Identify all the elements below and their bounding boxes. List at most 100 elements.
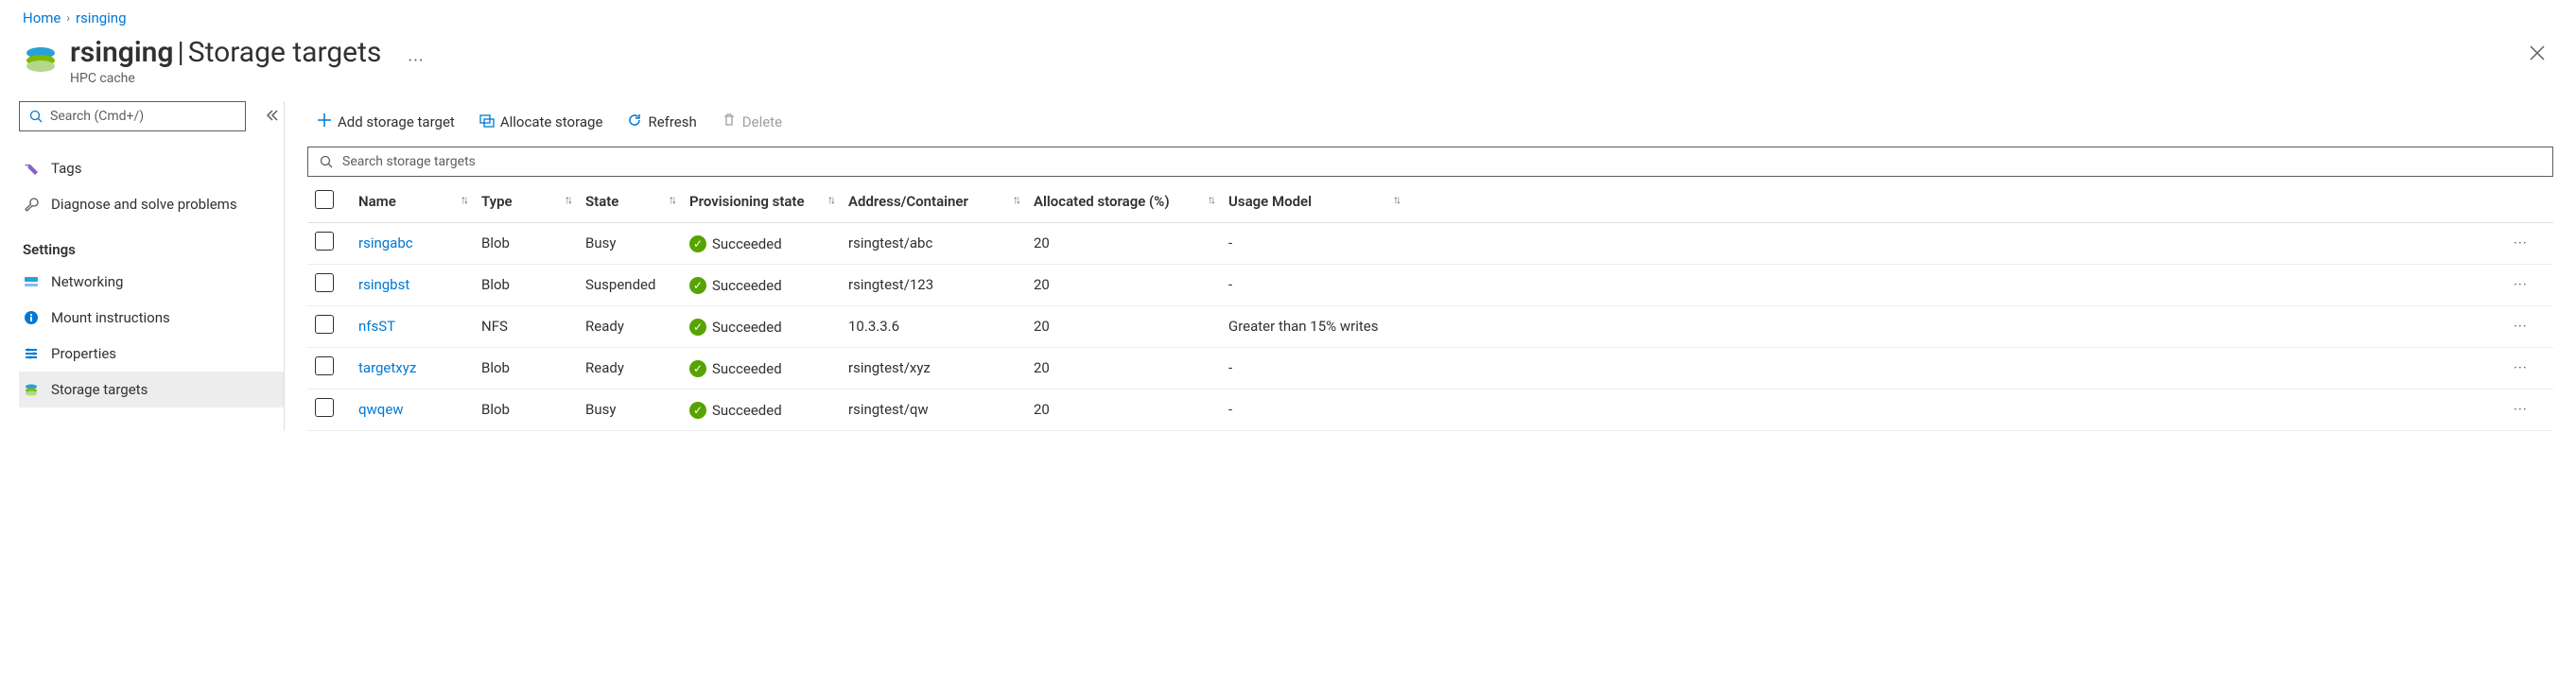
cell-usage: - bbox=[1221, 389, 1406, 430]
main-pane: Add storage target Allocate storage Refr… bbox=[284, 101, 2576, 431]
cell-addr: rsingtest/123 bbox=[841, 264, 1026, 305]
storage-icon bbox=[23, 381, 40, 398]
wrench-icon bbox=[23, 196, 40, 213]
cell-addr: rsingtest/xyz bbox=[841, 347, 1026, 389]
sort-icon[interactable]: ↑↓ bbox=[565, 193, 570, 206]
networking-icon bbox=[23, 273, 40, 290]
sidebar-search-input[interactable]: Search (Cmd+/) bbox=[19, 101, 246, 131]
sidebar: Search (Cmd+/) Tags Diagnose and solve p… bbox=[0, 101, 284, 431]
col-alloc[interactable]: Allocated storage (%)↑↓ bbox=[1026, 181, 1221, 222]
success-icon: ✓ bbox=[689, 360, 706, 377]
cell-usage: - bbox=[1221, 222, 1406, 264]
row-checkbox[interactable] bbox=[315, 273, 334, 292]
sidebar-item-label: Mount instructions bbox=[51, 309, 170, 326]
sort-icon[interactable]: ↑↓ bbox=[1013, 193, 1018, 206]
cell-type: NFS bbox=[474, 305, 578, 347]
trash-icon bbox=[722, 113, 737, 131]
storage-target-link[interactable]: rsingabc bbox=[358, 234, 413, 251]
allocate-storage-button[interactable]: Allocate storage bbox=[472, 107, 611, 137]
success-icon: ✓ bbox=[689, 402, 706, 419]
cell-prov: ✓Succeeded bbox=[682, 264, 841, 305]
sidebar-item-mount[interactable]: Mount instructions bbox=[19, 300, 284, 336]
page-title: rsinging | Storage targets bbox=[70, 36, 381, 69]
cell-alloc: 20 bbox=[1026, 305, 1221, 347]
refresh-button[interactable]: Refresh bbox=[619, 107, 704, 137]
delete-button: Delete bbox=[714, 107, 790, 137]
plus-icon bbox=[317, 113, 332, 131]
row-actions-button[interactable]: ··· bbox=[2506, 389, 2553, 430]
cell-type: Blob bbox=[474, 264, 578, 305]
info-icon bbox=[23, 309, 40, 326]
row-actions-button[interactable]: ··· bbox=[2506, 222, 2553, 264]
table-row: qwqewBlobBusy✓Succeededrsingtest/qw20-··… bbox=[307, 389, 2553, 430]
page-header: rsinging | Storage targets HPC cache ··· bbox=[0, 28, 2576, 101]
row-checkbox[interactable] bbox=[315, 232, 334, 251]
storage-target-link[interactable]: qwqew bbox=[358, 401, 404, 418]
close-icon[interactable] bbox=[2521, 36, 2553, 75]
breadcrumb-home[interactable]: Home bbox=[23, 9, 61, 26]
sidebar-item-tags[interactable]: Tags bbox=[19, 150, 284, 186]
properties-icon bbox=[23, 345, 40, 362]
sidebar-item-label: Tags bbox=[51, 160, 81, 177]
search-icon bbox=[27, 108, 44, 125]
row-actions-button[interactable]: ··· bbox=[2506, 347, 2553, 389]
sidebar-item-label: Properties bbox=[51, 345, 116, 362]
col-addr[interactable]: Address/Container↑↓ bbox=[841, 181, 1026, 222]
sidebar-item-storage-targets[interactable]: Storage targets bbox=[19, 372, 284, 407]
storage-targets-table: Name↑↓ Type↑↓ State↑↓ Provisioning state… bbox=[307, 181, 2553, 431]
sort-icon[interactable]: ↑↓ bbox=[669, 193, 674, 206]
cell-prov: ✓Succeeded bbox=[682, 305, 841, 347]
row-checkbox[interactable] bbox=[315, 315, 334, 334]
cell-type: Blob bbox=[474, 347, 578, 389]
refresh-icon bbox=[627, 113, 642, 131]
storage-target-link[interactable]: nfsST bbox=[358, 318, 395, 335]
row-checkbox[interactable] bbox=[315, 356, 334, 375]
storage-target-link[interactable]: targetxyz bbox=[358, 359, 416, 376]
cell-state: Busy bbox=[578, 222, 682, 264]
tag-icon bbox=[23, 160, 40, 177]
sort-icon[interactable]: ↑↓ bbox=[1393, 193, 1399, 206]
storage-target-link[interactable]: rsingbst bbox=[358, 276, 409, 293]
table-row: rsingbstBlobSuspended✓Succeededrsingtest… bbox=[307, 264, 2553, 305]
cell-addr: 10.3.3.6 bbox=[841, 305, 1026, 347]
sidebar-item-label: Diagnose and solve problems bbox=[51, 196, 237, 213]
cell-usage: Greater than 15% writes bbox=[1221, 305, 1406, 347]
cell-type: Blob bbox=[474, 389, 578, 430]
page-subtitle: HPC cache bbox=[70, 71, 381, 86]
search-icon bbox=[318, 153, 335, 170]
col-state[interactable]: State↑↓ bbox=[578, 181, 682, 222]
search-storage-targets-input[interactable]: Search storage targets bbox=[307, 147, 2553, 177]
row-actions-button[interactable]: ··· bbox=[2506, 264, 2553, 305]
sidebar-item-networking[interactable]: Networking bbox=[19, 264, 284, 300]
chevron-right-icon: › bbox=[66, 11, 70, 25]
col-prov[interactable]: Provisioning state↑↓ bbox=[682, 181, 841, 222]
add-storage-target-button[interactable]: Add storage target bbox=[309, 107, 462, 137]
cell-state: Ready bbox=[578, 305, 682, 347]
row-actions-button[interactable]: ··· bbox=[2506, 305, 2553, 347]
cell-addr: rsingtest/qw bbox=[841, 389, 1026, 430]
cell-prov: ✓Succeeded bbox=[682, 347, 841, 389]
sort-icon[interactable]: ↑↓ bbox=[827, 193, 833, 206]
col-usage[interactable]: Usage Model↑↓ bbox=[1221, 181, 1406, 222]
breadcrumb-resource[interactable]: rsinging bbox=[76, 9, 127, 26]
allocate-icon bbox=[479, 113, 495, 131]
sidebar-search-placeholder: Search (Cmd+/) bbox=[50, 109, 144, 124]
success-icon: ✓ bbox=[689, 319, 706, 336]
collapse-sidebar-button[interactable] bbox=[265, 109, 278, 125]
col-type[interactable]: Type↑↓ bbox=[474, 181, 578, 222]
success-icon: ✓ bbox=[689, 235, 706, 252]
sort-icon[interactable]: ↑↓ bbox=[461, 193, 466, 206]
sidebar-item-label: Storage targets bbox=[51, 381, 148, 398]
sidebar-item-properties[interactable]: Properties bbox=[19, 336, 284, 372]
row-checkbox[interactable] bbox=[315, 398, 334, 417]
success-icon: ✓ bbox=[689, 277, 706, 294]
col-name[interactable]: Name↑↓ bbox=[351, 181, 474, 222]
cell-addr: rsingtest/abc bbox=[841, 222, 1026, 264]
sidebar-item-diagnose[interactable]: Diagnose and solve problems bbox=[19, 186, 284, 222]
select-all-checkbox[interactable] bbox=[315, 190, 334, 209]
more-actions-button[interactable]: ··· bbox=[408, 51, 424, 71]
sidebar-item-label: Networking bbox=[51, 273, 123, 290]
cell-alloc: 20 bbox=[1026, 264, 1221, 305]
table-row: rsingabcBlobBusy✓Succeededrsingtest/abc2… bbox=[307, 222, 2553, 264]
sort-icon[interactable]: ↑↓ bbox=[1208, 193, 1213, 206]
